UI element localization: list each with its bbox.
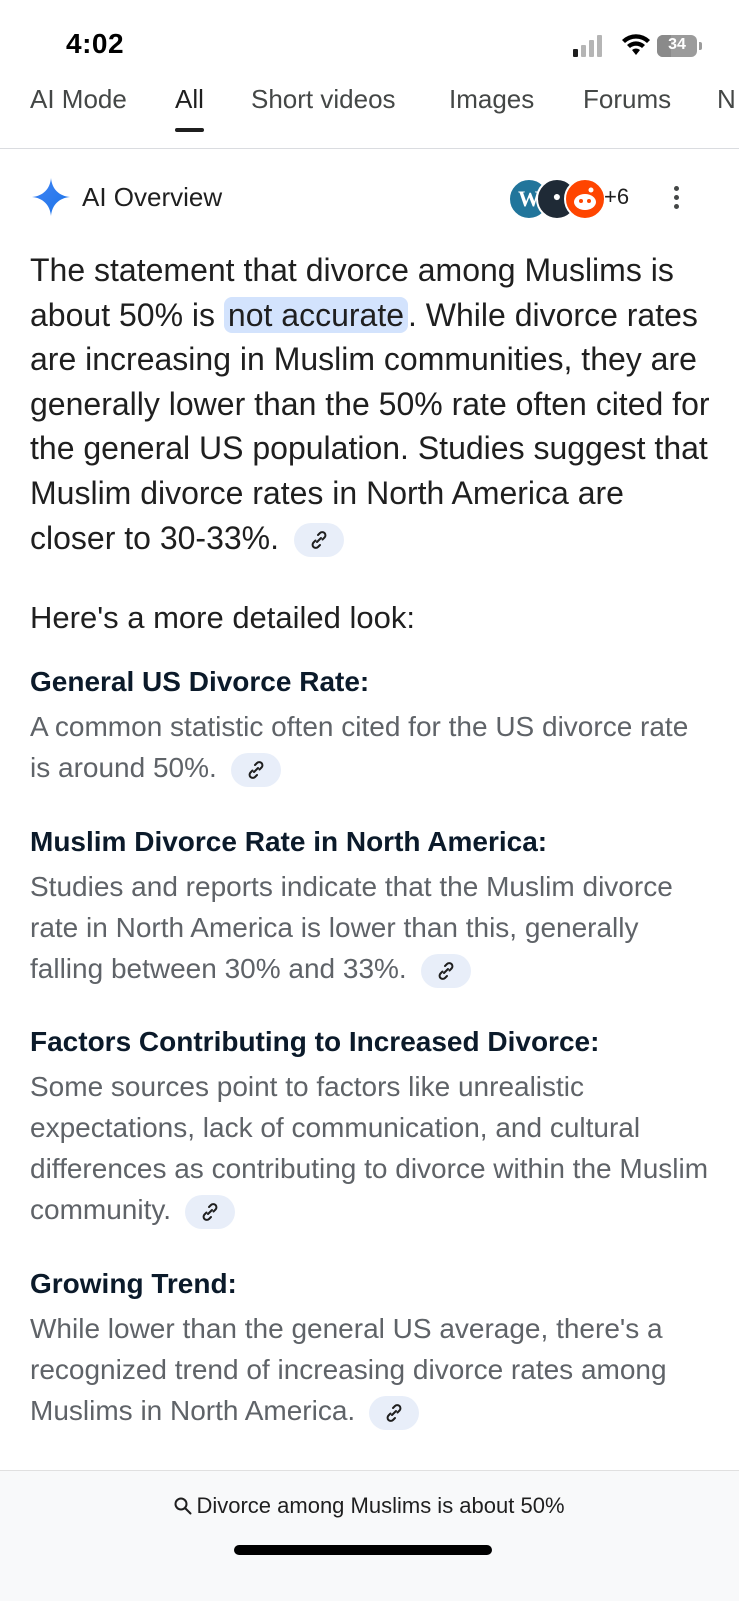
section-muslim-divorce-rate: Muslim Divorce Rate in North America: St…	[30, 822, 712, 989]
link-icon	[386, 1403, 402, 1422]
home-indicator[interactable]	[234, 1545, 492, 1555]
section-title: Growing Trend:	[30, 1268, 237, 1299]
section-general-us-rate: General US Divorce Rate: A common statis…	[30, 662, 712, 788]
section-body-text: A common statistic often cited for the U…	[30, 711, 689, 783]
cellular-signal-icon	[573, 35, 602, 57]
source-count[interactable]: +6	[604, 184, 629, 210]
status-time: 4:02	[66, 28, 125, 59]
tab-images[interactable]: Images	[449, 84, 534, 115]
tab-ai-mode[interactable]: AI Mode	[30, 84, 127, 115]
status-bar: 4:02 34	[0, 0, 739, 80]
battery-percent: 34	[668, 36, 686, 53]
search-query-text: Divorce among Muslims is about 50%	[196, 1493, 565, 1518]
search-icon	[174, 1497, 192, 1515]
tab-forums[interactable]: Forums	[583, 84, 671, 115]
section-title: Factors Contributing to Increased Divorc…	[30, 1026, 600, 1057]
section-body: While lower than the general US average,…	[30, 1308, 712, 1431]
section-growing-trend: Growing Trend: While lower than the gene…	[30, 1264, 712, 1431]
ai-overview-title: AI Overview	[82, 182, 223, 212]
detail-heading: Here's a more detailed look:	[30, 600, 416, 635]
source-icons[interactable]: W ●	[508, 176, 608, 220]
tab-all-label: All	[175, 84, 204, 114]
section-title: General US Divorce Rate:	[30, 666, 370, 697]
search-query-button[interactable]: Divorce among Muslims is about 50%	[0, 1493, 739, 1519]
more-vert-icon[interactable]	[664, 184, 688, 212]
section-body-text: Some sources point to factors like unrea…	[30, 1071, 709, 1225]
tab-all[interactable]: All	[175, 84, 204, 132]
summary-highlight: not accurate	[223, 296, 409, 333]
citation-link-button[interactable]	[184, 1194, 235, 1229]
bottom-search-bar: Divorce among Muslims is about 50%	[0, 1470, 739, 1601]
citation-link-button[interactable]	[230, 752, 281, 787]
citation-link-button[interactable]	[368, 1395, 419, 1430]
section-title: Muslim Divorce Rate in North America:	[30, 826, 548, 857]
citation-link-button[interactable]	[420, 953, 471, 988]
summary-text-end: . While divorce rates are increasing in …	[30, 296, 710, 556]
section-factors: Factors Contributing to Increased Divorc…	[30, 1022, 712, 1230]
ai-overview-summary: The statement that divorce among Muslims…	[30, 248, 712, 560]
tab-short-videos[interactable]: Short videos	[251, 84, 396, 115]
link-icon	[202, 1202, 218, 1221]
link-icon	[248, 760, 263, 779]
section-body: Studies and reports indicate that the Mu…	[30, 866, 712, 989]
link-icon	[438, 961, 453, 980]
section-body: Some sources point to factors like unrea…	[30, 1066, 712, 1230]
sparkle-icon	[32, 178, 70, 216]
section-body-text: Studies and reports indicate that the Mu…	[30, 871, 673, 984]
ai-overview-header: AI Overview W ● +6	[30, 176, 709, 220]
citation-link-button[interactable]	[293, 523, 344, 558]
battery-icon: 34	[657, 35, 703, 59]
section-body: A common statistic often cited for the U…	[30, 706, 712, 788]
active-tab-indicator	[175, 128, 204, 132]
search-tabs: AI Mode All Short videos Images Forums N	[0, 78, 739, 149]
link-icon	[311, 531, 327, 550]
tab-next[interactable]: N	[717, 84, 736, 115]
reddit-icon	[564, 178, 606, 220]
wifi-icon	[622, 34, 650, 55]
section-body-text: While lower than the general US average,…	[30, 1313, 667, 1426]
